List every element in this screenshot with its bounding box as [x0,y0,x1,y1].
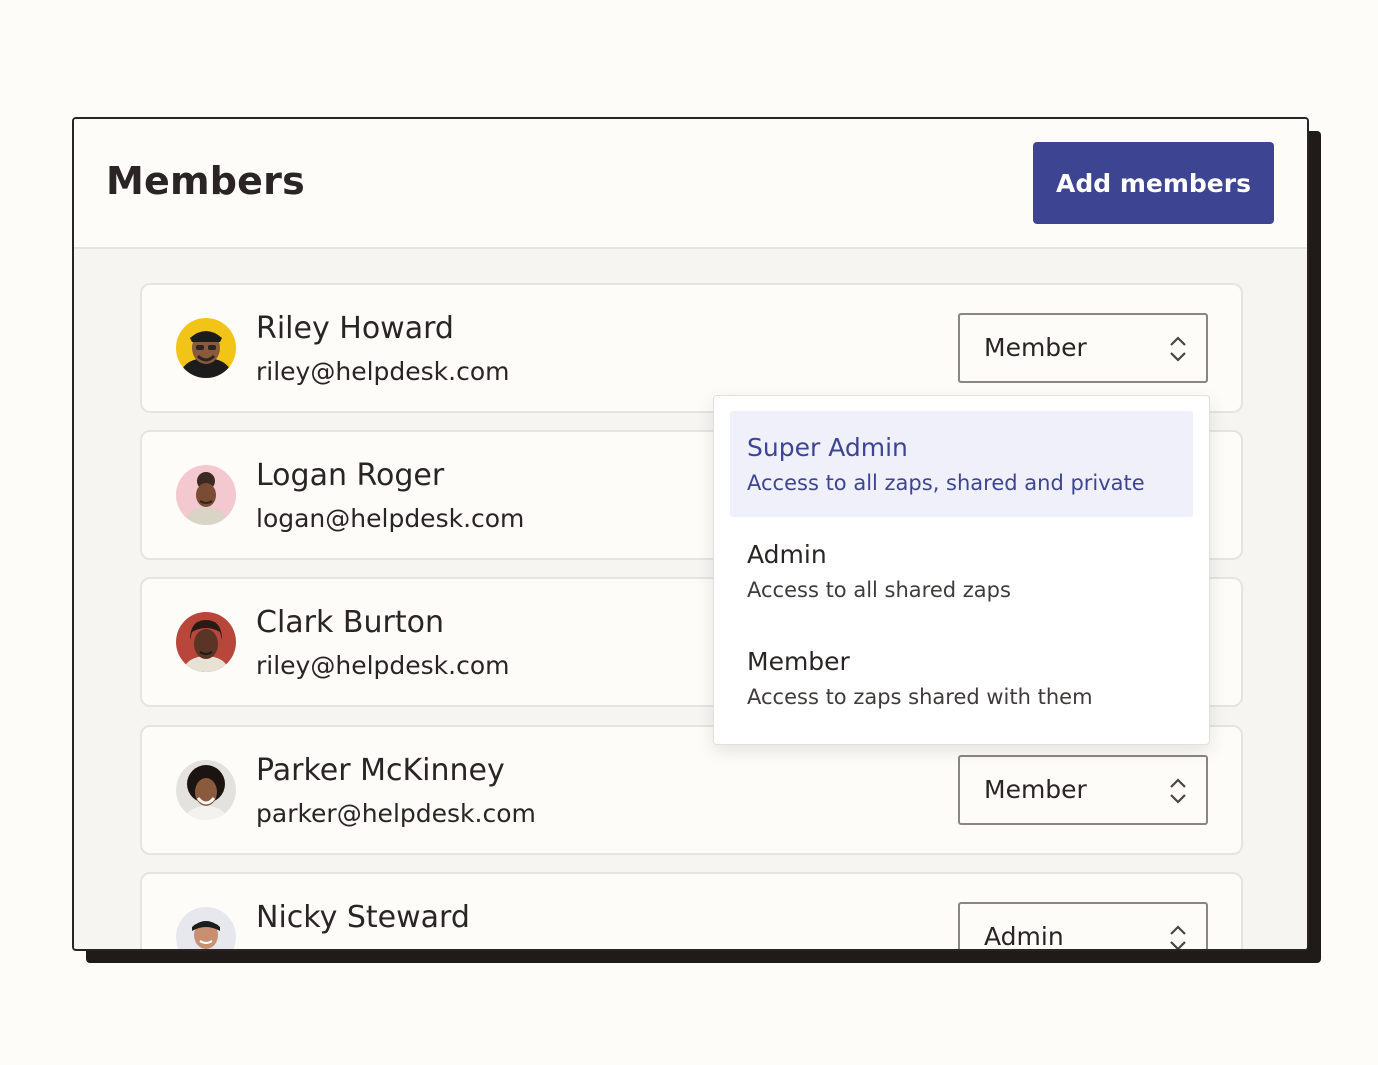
panel-header: Members Add members [74,119,1307,249]
member-email: logan@helpdesk.com [256,504,525,533]
chevron-up-down-icon [1170,925,1186,949]
role-option-member[interactable]: Member Access to zaps shared with them [730,625,1193,731]
role-select-value: Member [984,775,1087,804]
member-name: Riley Howard [256,311,454,346]
role-option-super-admin[interactable]: Super Admin Access to all zaps, shared a… [730,411,1193,517]
page-title: Members [106,159,305,203]
role-select[interactable]: Member [958,313,1208,383]
role-option-title: Member [747,647,850,676]
role-option-title: Super Admin [747,433,908,462]
member-email: riley@helpdesk.com [256,357,510,386]
role-option-description: Access to all zaps, shared and private [747,471,1145,495]
role-select[interactable]: Member [958,755,1208,825]
member-name: Nicky Steward [256,900,470,935]
role-select-value: Admin [984,922,1064,951]
role-option-title: Admin [747,540,827,569]
member-email: parker@helpdesk.com [256,799,536,828]
add-members-button[interactable]: Add members [1033,142,1274,224]
avatar [176,907,236,949]
avatar [176,465,236,525]
avatar [176,760,236,820]
role-option-description: Access to zaps shared with them [747,685,1093,709]
member-name: Parker McKinney [256,753,505,788]
role-select[interactable]: Admin [958,902,1208,951]
member-row: Riley Howard riley@helpdesk.com Member [140,283,1243,413]
role-dropdown-menu: Super Admin Access to all zaps, shared a… [713,395,1210,745]
member-name: Logan Roger [256,458,445,493]
role-option-admin[interactable]: Admin Access to all shared zaps [730,518,1193,624]
avatar [176,612,236,672]
chevron-up-down-icon [1170,778,1186,804]
role-select-value: Member [984,333,1087,362]
chevron-up-down-icon [1170,336,1186,362]
role-option-description: Access to all shared zaps [747,578,1011,602]
member-row: Nicky Steward Admin [140,872,1243,951]
avatar [176,318,236,378]
member-email: riley@helpdesk.com [256,651,510,680]
member-name: Clark Burton [256,605,444,640]
